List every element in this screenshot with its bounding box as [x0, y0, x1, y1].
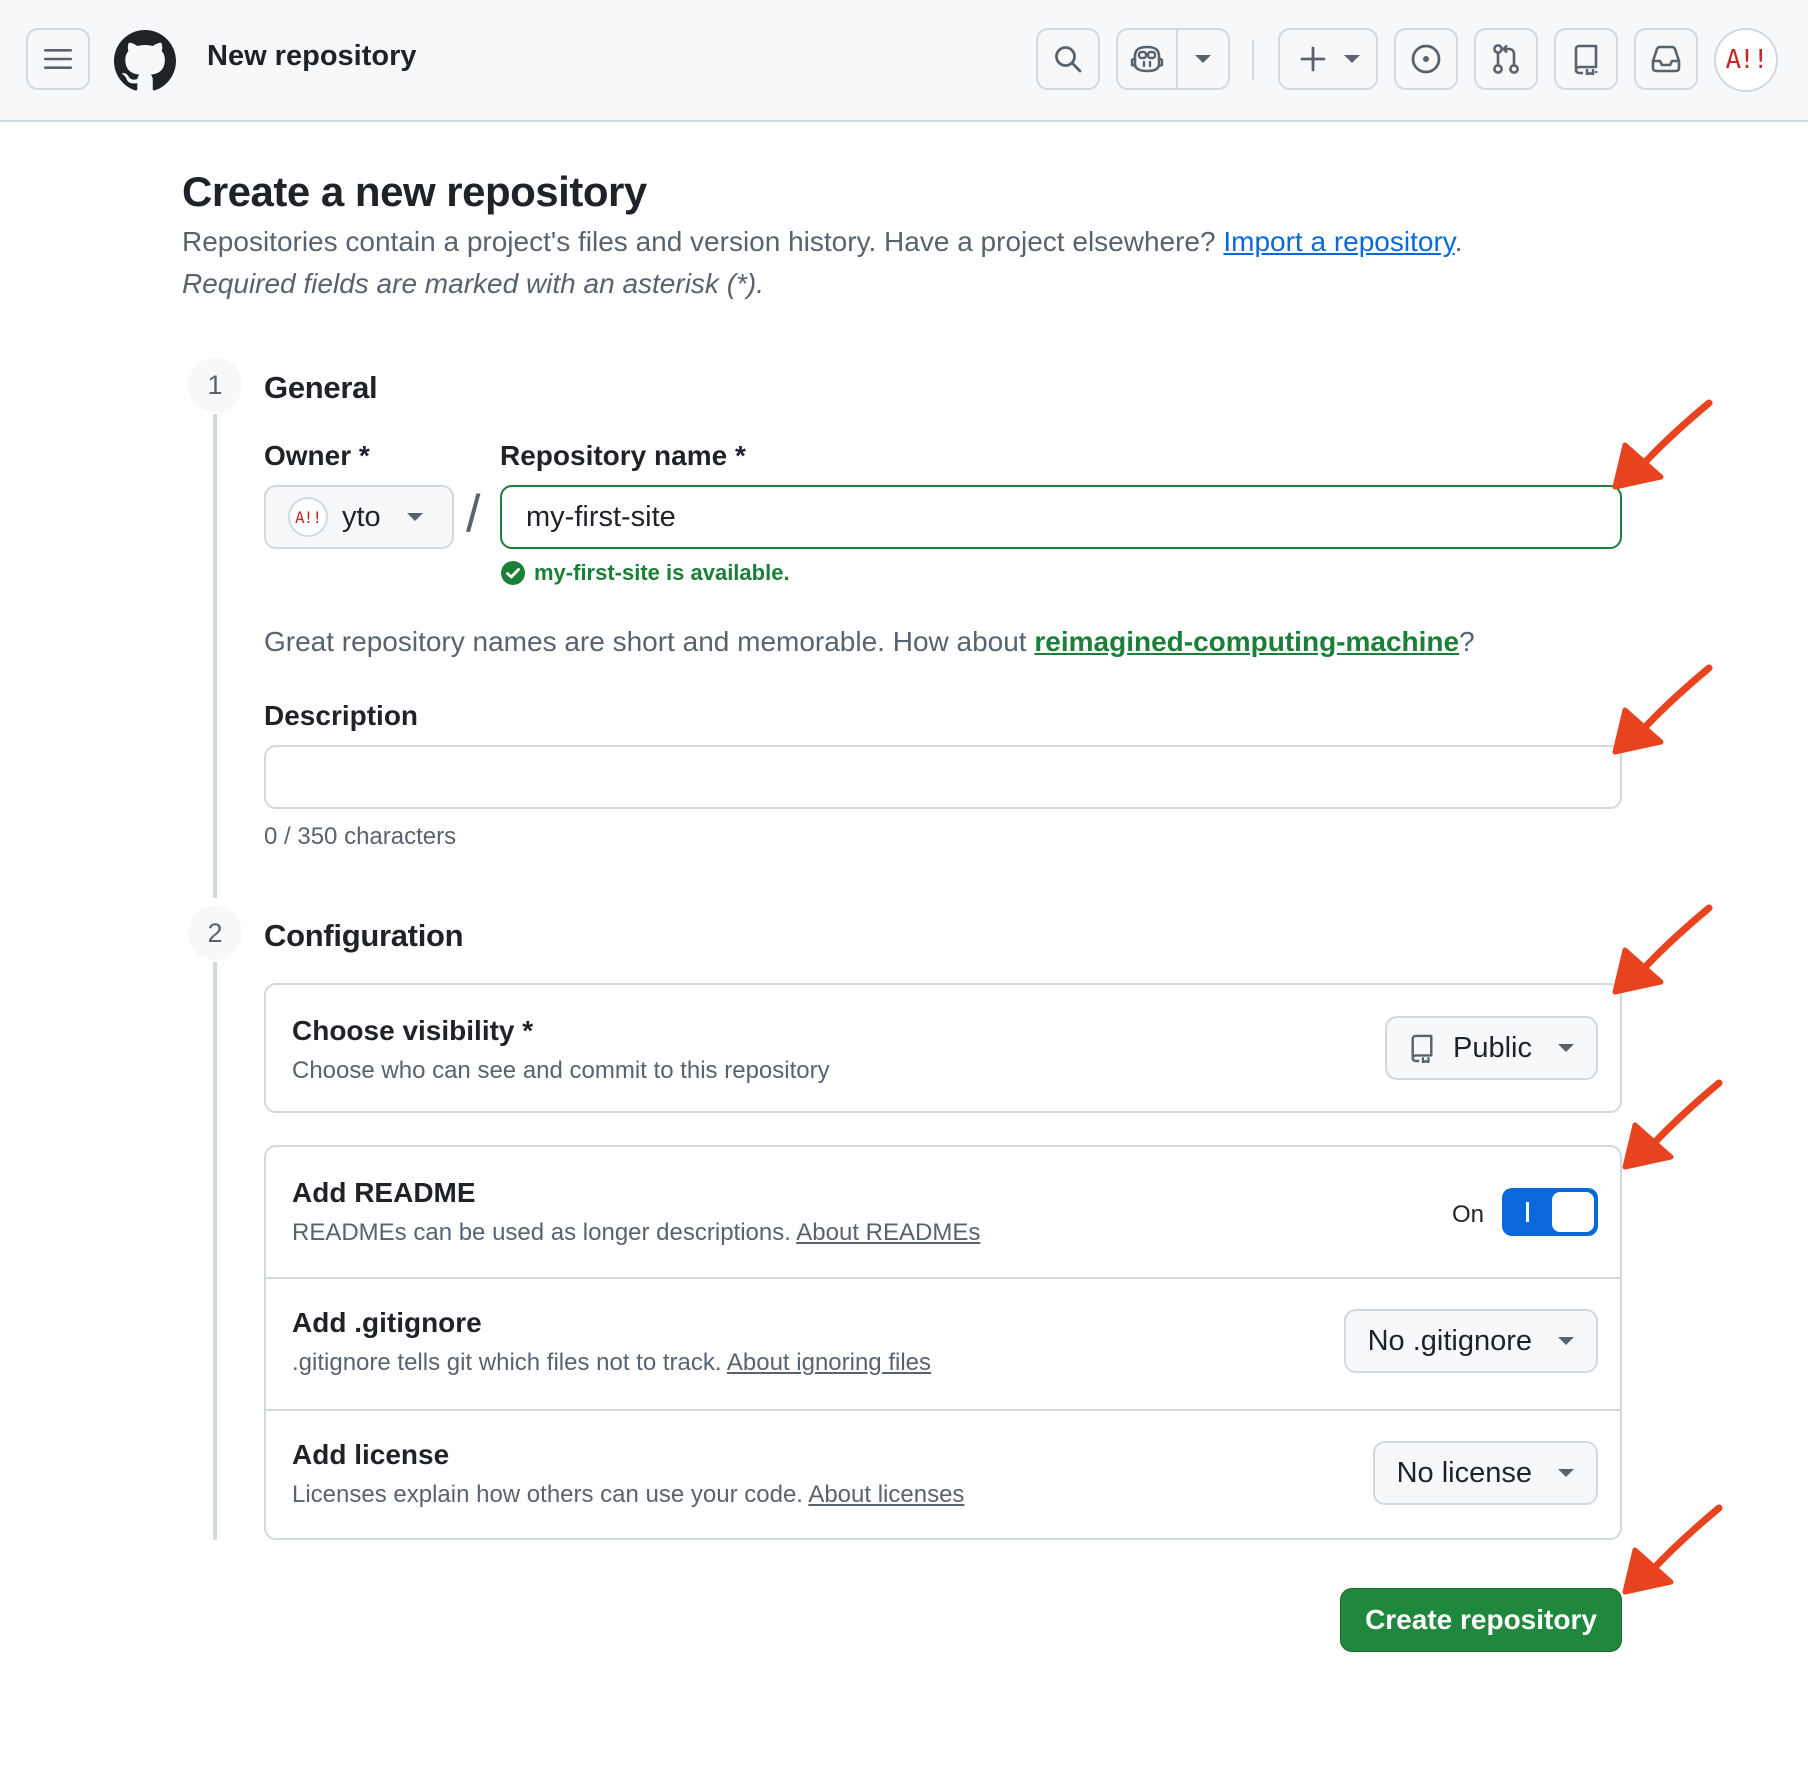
toggle-knob — [1552, 1192, 1594, 1232]
name-suggestion: Great repository names are short and mem… — [264, 626, 1475, 658]
gitignore-description: .gitignore tells git which files not to … — [292, 1349, 722, 1376]
import-repository-link[interactable]: Import a repository — [1223, 226, 1454, 257]
inbox-icon — [1651, 45, 1681, 73]
intro-period: . — [1454, 226, 1463, 257]
license-value: No license — [1396, 1456, 1532, 1489]
search-button[interactable] — [1036, 28, 1100, 90]
menu-button[interactable] — [26, 28, 90, 90]
chevron-down-icon — [1558, 1469, 1574, 1477]
license-select[interactable]: No license — [1372, 1441, 1598, 1505]
general-section-title: General — [264, 370, 378, 405]
copilot-button[interactable] — [1118, 30, 1176, 88]
check-circle-fill-icon — [501, 561, 525, 585]
readme-description: READMEs can be used as longer descriptio… — [292, 1219, 791, 1246]
annotation-arrow-icon — [1612, 664, 1713, 755]
name-available-message: my-first-site is available. — [500, 560, 790, 586]
chevron-down-icon — [406, 513, 423, 521]
license-subtitle: Licenses explain how others can use your… — [292, 1481, 964, 1509]
readme-title: Add README — [292, 1177, 476, 1208]
page-title: Create a new repository — [182, 168, 647, 215]
create-new-button[interactable] — [1278, 28, 1378, 90]
git-pull-request-icon — [1493, 44, 1519, 74]
step-1-badge: 1 — [188, 358, 242, 412]
step-2-line — [213, 962, 217, 1540]
annotation-arrow-icon — [1622, 1504, 1723, 1595]
hamburger-icon — [44, 49, 72, 69]
gitignore-row: Add .gitignore .gitignore tells git whic… — [266, 1279, 1620, 1409]
gitignore-title: Add .gitignore — [292, 1307, 482, 1338]
step-1-line — [213, 414, 217, 898]
readme-subtitle: READMEs can be used as longer descriptio… — [292, 1219, 980, 1247]
initialization-card: Add README READMEs can be used as longer… — [264, 1145, 1622, 1540]
github-logo-icon[interactable] — [114, 30, 176, 92]
license-title: Add license — [292, 1439, 450, 1470]
visibility-subtitle: Choose who can see and commit to this re… — [292, 1057, 830, 1084]
repo-icon — [1574, 44, 1598, 75]
user-avatar[interactable]: A!! — [1714, 28, 1778, 92]
annotation-arrow-icon — [1612, 399, 1713, 490]
repository-name-label: Repository name * — [500, 440, 746, 471]
gitignore-value: No .gitignore — [1367, 1324, 1532, 1357]
readme-toggle[interactable] — [1502, 1188, 1598, 1236]
issue-opened-icon — [1411, 44, 1441, 74]
avatar-text: A!! — [1725, 45, 1769, 75]
readme-row: Add README READMEs can be used as longer… — [266, 1147, 1620, 1277]
visibility-value: Public — [1453, 1031, 1532, 1064]
description-input[interactable] — [264, 745, 1622, 809]
chevron-down-icon — [1344, 55, 1360, 63]
header-divider — [1252, 40, 1254, 80]
about-readmes-link[interactable]: About READMEs — [796, 1219, 980, 1246]
description-label: Description — [264, 700, 419, 731]
repositories-button[interactable] — [1554, 28, 1618, 90]
owner-name: yto — [342, 500, 381, 533]
gitignore-select[interactable]: No .gitignore — [1343, 1309, 1598, 1373]
readme-toggle-label: On — [1451, 1201, 1484, 1228]
owner-avatar: A!! — [288, 497, 328, 537]
visibility-select[interactable]: Public — [1385, 1016, 1598, 1080]
suggestion-text: Great repository names are short and mem… — [264, 626, 1027, 657]
suggested-name-link[interactable]: reimagined-computing-machine — [1034, 626, 1459, 657]
header-title: New repository — [207, 40, 417, 72]
annotation-arrow-icon — [1612, 904, 1713, 995]
intro-description: Repositories contain a project's files a… — [182, 226, 1216, 257]
annotation-arrow-icon — [1622, 1079, 1723, 1170]
app-header: New repository A!! — [0, 0, 1808, 122]
copilot-dropdown-button[interactable] — [1178, 30, 1228, 88]
search-icon — [1055, 46, 1082, 73]
configuration-section-title: Configuration — [264, 918, 464, 953]
about-ignoring-files-link[interactable]: About ignoring files — [727, 1349, 931, 1376]
gitignore-subtitle: .gitignore tells git which files not to … — [292, 1349, 931, 1377]
suggestion-end: ? — [1459, 626, 1475, 657]
repository-name-input[interactable] — [500, 485, 1622, 549]
step-2-badge: 2 — [188, 906, 242, 960]
chevron-down-icon — [1558, 1337, 1574, 1345]
inbox-button[interactable] — [1634, 28, 1698, 90]
visibility-card: Choose visibility * Choose who can see a… — [264, 983, 1622, 1113]
license-description: Licenses explain how others can use your… — [292, 1481, 803, 1508]
pull-requests-button[interactable] — [1474, 28, 1538, 90]
owner-label: Owner * — [264, 440, 370, 471]
owner-avatar-text: A!! — [295, 507, 322, 527]
plus-icon — [1300, 46, 1326, 72]
owner-select[interactable]: A!! yto — [264, 485, 454, 549]
description-char-count: 0 / 350 characters — [264, 823, 457, 850]
name-available-text: my-first-site is available. — [534, 560, 790, 585]
issues-button[interactable] — [1394, 28, 1458, 90]
chevron-down-icon — [1195, 55, 1211, 63]
visibility-title: Choose visibility * — [292, 1015, 534, 1046]
toggle-on-indicator — [1526, 1202, 1529, 1222]
chevron-down-icon — [1558, 1044, 1574, 1052]
copilot-button-group — [1116, 28, 1230, 90]
required-fields-note: Required fields are marked with an aster… — [182, 268, 765, 299]
intro-text: Repositories contain a project's files a… — [182, 226, 1462, 258]
create-repository-button[interactable]: Create repository — [1340, 1588, 1622, 1652]
about-licenses-link[interactable]: About licenses — [808, 1481, 964, 1508]
owner-repo-separator: / — [466, 485, 481, 543]
repo-icon — [1411, 1034, 1433, 1063]
license-row: Add license Licenses explain how others … — [266, 1411, 1620, 1541]
copilot-icon — [1130, 45, 1164, 73]
